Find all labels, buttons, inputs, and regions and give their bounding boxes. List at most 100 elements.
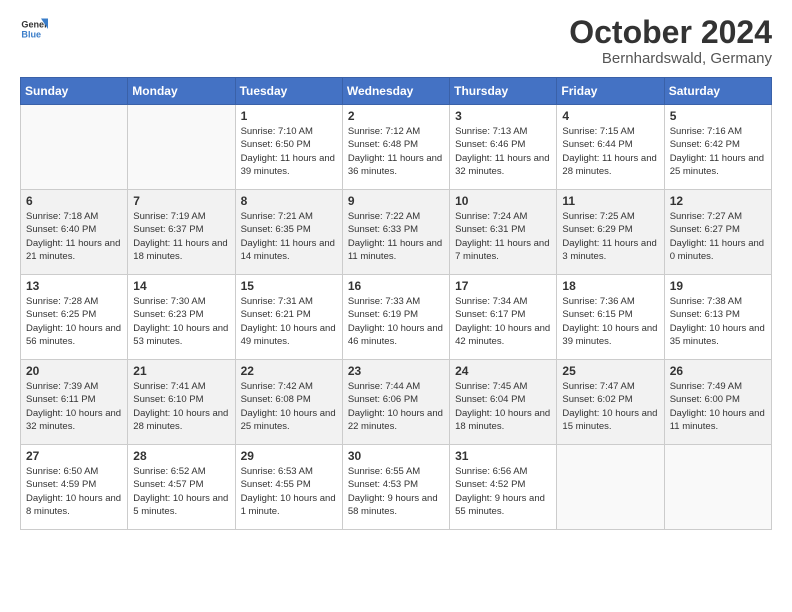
- day-number: 10: [455, 194, 551, 208]
- cell-4-7: 26 Sunrise: 7:49 AMSunset: 6:00 PMDayligh…: [664, 360, 771, 445]
- cell-2-2: 7Sunrise: 7:19 AMSunset: 6:37 PMDaylight…: [128, 190, 235, 275]
- cell-5-1: 27 Sunrise: 6:50 AMSunset: 4:59 PMDayligh…: [21, 445, 128, 530]
- cell-5-2: 28 Sunrise: 6:52 AMSunset: 4:57 PMDayligh…: [128, 445, 235, 530]
- cell-content: Sunrise: 7:38 AMSunset: 6:13 PMDaylight:…: [670, 295, 766, 348]
- day-number: 21: [133, 364, 229, 378]
- cell-3-3: 15 Sunrise: 7:31 AMSunset: 6:21 PMDayligh…: [235, 275, 342, 360]
- cell-content: Sunrise: 7:21 AMSunset: 6:35 PMDaylight:…: [241, 210, 337, 263]
- cell-2-7: 12 Sunrise: 7:27 AMSunset: 6:27 PMDayligh…: [664, 190, 771, 275]
- cell-2-4: 9 Sunrise: 7:22 AMSunset: 6:33 PMDaylight…: [342, 190, 449, 275]
- calendar-table: Sunday Monday Tuesday Wednesday Thursday…: [20, 77, 772, 530]
- cell-1-3: 1Sunrise: 7:10 AMSunset: 6:50 PMDaylight…: [235, 105, 342, 190]
- col-thursday: Thursday: [450, 78, 557, 105]
- cell-3-2: 14 Sunrise: 7:30 AMSunset: 6:23 PMDayligh…: [128, 275, 235, 360]
- cell-3-1: 13Sunrise: 7:28 AMSunset: 6:25 PMDayligh…: [21, 275, 128, 360]
- cell-content: Sunrise: 7:15 AMSunset: 6:44 PMDaylight:…: [562, 125, 658, 178]
- day-number: 28: [133, 449, 229, 463]
- week-row-2: 6 Sunrise: 7:18 AMSunset: 6:40 PMDaylight…: [21, 190, 772, 275]
- cell-content: Sunrise: 7:22 AMSunset: 6:33 PMDaylight:…: [348, 210, 444, 263]
- cell-content: Sunrise: 6:53 AMSunset: 4:55 PMDaylight:…: [241, 465, 337, 518]
- day-number: 3: [455, 109, 551, 123]
- day-number: 26: [670, 364, 766, 378]
- cell-content: Sunrise: 7:36 AMSunset: 6:15 PMDaylight:…: [562, 295, 658, 348]
- cell-5-6: [557, 445, 664, 530]
- cell-content: Sunrise: 7:45 AMSunset: 6:04 PMDaylight:…: [455, 380, 551, 433]
- page: General Blue October 2024 Bernhardswald,…: [0, 0, 792, 612]
- day-number: 16: [348, 279, 444, 293]
- day-number: 22: [241, 364, 337, 378]
- cell-2-5: 10 Sunrise: 7:24 AMSunset: 6:31 PMDayligh…: [450, 190, 557, 275]
- day-number: 23: [348, 364, 444, 378]
- day-number: 25: [562, 364, 658, 378]
- cell-content: Sunrise: 7:24 AMSunset: 6:31 PMDaylight:…: [455, 210, 551, 263]
- cell-content: Sunrise: 7:18 AMSunset: 6:40 PMDaylight:…: [26, 210, 122, 263]
- day-number: 11: [562, 194, 658, 208]
- cell-5-3: 29 Sunrise: 6:53 AMSunset: 4:55 PMDayligh…: [235, 445, 342, 530]
- day-number: 4: [562, 109, 658, 123]
- day-number: 8: [241, 194, 337, 208]
- cell-4-6: 25Sunrise: 7:47 AMSunset: 6:02 PMDayligh…: [557, 360, 664, 445]
- col-tuesday: Tuesday: [235, 78, 342, 105]
- cell-content: Sunrise: 7:27 AMSunset: 6:27 PMDaylight:…: [670, 210, 766, 263]
- cell-content: Sunrise: 7:10 AMSunset: 6:50 PMDaylight:…: [241, 125, 337, 178]
- cell-content: Sunrise: 7:33 AMSunset: 6:19 PMDaylight:…: [348, 295, 444, 348]
- cell-content: Sunrise: 6:55 AMSunset: 4:53 PMDaylight:…: [348, 465, 444, 518]
- cell-3-5: 17 Sunrise: 7:34 AMSunset: 6:17 PMDayligh…: [450, 275, 557, 360]
- cell-1-5: 3 Sunrise: 7:13 AMSunset: 6:46 PMDaylight…: [450, 105, 557, 190]
- day-number: 27: [26, 449, 122, 463]
- cell-content: Sunrise: 7:12 AMSunset: 6:48 PMDaylight:…: [348, 125, 444, 178]
- day-number: 6: [26, 194, 122, 208]
- cell-content: Sunrise: 7:13 AMSunset: 6:46 PMDaylight:…: [455, 125, 551, 178]
- header-row: Sunday Monday Tuesday Wednesday Thursday…: [21, 78, 772, 105]
- cell-content: Sunrise: 6:52 AMSunset: 4:57 PMDaylight:…: [133, 465, 229, 518]
- cell-content: Sunrise: 7:39 AMSunset: 6:11 PMDaylight:…: [26, 380, 122, 433]
- cell-content: Sunrise: 7:34 AMSunset: 6:17 PMDaylight:…: [455, 295, 551, 348]
- week-row-5: 27 Sunrise: 6:50 AMSunset: 4:59 PMDayligh…: [21, 445, 772, 530]
- cell-content: Sunrise: 7:16 AMSunset: 6:42 PMDaylight:…: [670, 125, 766, 178]
- cell-2-6: 11 Sunrise: 7:25 AMSunset: 6:29 PMDayligh…: [557, 190, 664, 275]
- day-number: 18: [562, 279, 658, 293]
- cell-1-4: 2 Sunrise: 7:12 AMSunset: 6:48 PMDaylight…: [342, 105, 449, 190]
- cell-1-6: 4 Sunrise: 7:15 AMSunset: 6:44 PMDaylight…: [557, 105, 664, 190]
- day-number: 9: [348, 194, 444, 208]
- cell-4-4: 23Sunrise: 7:44 AMSunset: 6:06 PMDayligh…: [342, 360, 449, 445]
- location: Bernhardswald, Germany: [569, 50, 772, 67]
- logo: General Blue: [20, 15, 48, 43]
- cell-content: Sunrise: 6:50 AMSunset: 4:59 PMDaylight:…: [26, 465, 122, 518]
- cell-1-7: 5Sunrise: 7:16 AMSunset: 6:42 PMDaylight…: [664, 105, 771, 190]
- day-number: 2: [348, 109, 444, 123]
- cell-content: Sunrise: 7:42 AMSunset: 6:08 PMDaylight:…: [241, 380, 337, 433]
- day-number: 20: [26, 364, 122, 378]
- cell-5-4: 30Sunrise: 6:55 AMSunset: 4:53 PMDayligh…: [342, 445, 449, 530]
- day-number: 29: [241, 449, 337, 463]
- day-number: 17: [455, 279, 551, 293]
- day-number: 13: [26, 279, 122, 293]
- cell-5-5: 31Sunrise: 6:56 AMSunset: 4:52 PMDayligh…: [450, 445, 557, 530]
- col-monday: Monday: [128, 78, 235, 105]
- cell-content: Sunrise: 7:25 AMSunset: 6:29 PMDaylight:…: [562, 210, 658, 263]
- cell-1-1: [21, 105, 128, 190]
- cell-content: Sunrise: 7:30 AMSunset: 6:23 PMDaylight:…: [133, 295, 229, 348]
- month-title: October 2024: [569, 15, 772, 50]
- cell-5-7: [664, 445, 771, 530]
- cell-content: Sunrise: 7:31 AMSunset: 6:21 PMDaylight:…: [241, 295, 337, 348]
- cell-4-5: 24Sunrise: 7:45 AMSunset: 6:04 PMDayligh…: [450, 360, 557, 445]
- day-number: 12: [670, 194, 766, 208]
- day-number: 14: [133, 279, 229, 293]
- col-wednesday: Wednesday: [342, 78, 449, 105]
- week-row-4: 20 Sunrise: 7:39 AMSunset: 6:11 PMDayligh…: [21, 360, 772, 445]
- cell-3-4: 16 Sunrise: 7:33 AMSunset: 6:19 PMDayligh…: [342, 275, 449, 360]
- cell-3-7: 19 Sunrise: 7:38 AMSunset: 6:13 PMDayligh…: [664, 275, 771, 360]
- col-sunday: Sunday: [21, 78, 128, 105]
- cell-content: Sunrise: 7:19 AMSunset: 6:37 PMDaylight:…: [133, 210, 229, 263]
- cell-content: Sunrise: 6:56 AMSunset: 4:52 PMDaylight:…: [455, 465, 551, 518]
- week-row-3: 13Sunrise: 7:28 AMSunset: 6:25 PMDayligh…: [21, 275, 772, 360]
- day-number: 19: [670, 279, 766, 293]
- cell-content: Sunrise: 7:41 AMSunset: 6:10 PMDaylight:…: [133, 380, 229, 433]
- svg-text:Blue: Blue: [21, 29, 41, 39]
- cell-content: Sunrise: 7:49 AMSunset: 6:00 PMDaylight:…: [670, 380, 766, 433]
- cell-4-2: 21 Sunrise: 7:41 AMSunset: 6:10 PMDayligh…: [128, 360, 235, 445]
- cell-2-3: 8 Sunrise: 7:21 AMSunset: 6:35 PMDaylight…: [235, 190, 342, 275]
- day-number: 15: [241, 279, 337, 293]
- header: General Blue October 2024 Bernhardswald,…: [20, 15, 772, 67]
